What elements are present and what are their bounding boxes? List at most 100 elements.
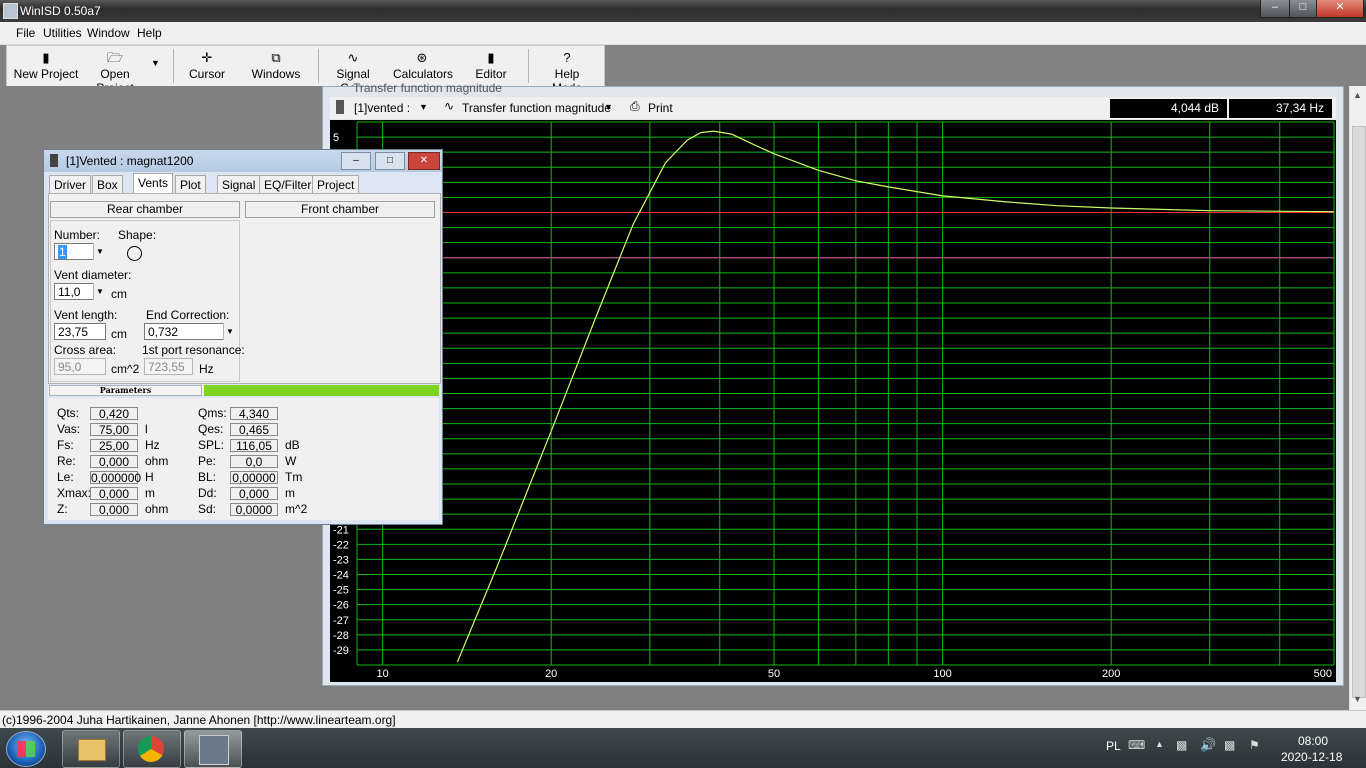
vent-diameter-dropdown-icon[interactable]: ▼	[93, 283, 106, 300]
maximize-button[interactable]: □	[1289, 0, 1317, 18]
param-label: Le:	[57, 470, 74, 484]
tab-plot[interactable]: Plot	[175, 175, 206, 194]
param-value: 0,000	[230, 487, 278, 501]
cursor-button[interactable]: ✛ Cursor	[182, 46, 232, 86]
project-select[interactable]: [1]vented :	[354, 101, 410, 115]
tab-signal[interactable]: Signal	[217, 175, 261, 194]
dialog-close-button[interactable]: ✕	[408, 152, 440, 170]
param-value: 0,000	[90, 487, 138, 501]
param-label: BL:	[198, 470, 217, 484]
param-unit: m	[145, 486, 155, 500]
signal-gen-button[interactable]: ∿ Signal Gen.	[323, 46, 383, 95]
tray-expand-icon[interactable]: ▲	[1155, 739, 1164, 749]
param-label: Qts:	[57, 406, 80, 420]
y-tick-label: -28	[333, 630, 349, 642]
response-curve	[456, 130, 1335, 663]
param-label: Re:	[57, 454, 76, 468]
parameters-label[interactable]: Parameters	[49, 385, 202, 396]
volume-icon[interactable]: 🔊	[1200, 737, 1216, 753]
menu-window[interactable]: Window	[87, 26, 130, 40]
x-tick-label: 200	[1102, 668, 1120, 680]
scroll-down-icon[interactable]: ▼	[1353, 694, 1362, 704]
round-shape-icon[interactable]	[127, 246, 142, 261]
vertical-scrollbar[interactable]: ▲ ▼	[1349, 86, 1366, 710]
param-value: 0,0	[230, 455, 278, 469]
new-project-button[interactable]: ▮ New Project	[13, 46, 79, 86]
y-tick-label: -26	[333, 600, 349, 612]
plot-type-dropdown-icon[interactable]: ▼	[604, 102, 613, 112]
parameters-panel: Qts: 0,420 Vas: 75,00 l Fs: 25,00 Hz Re: 0,000 ohm…	[48, 398, 439, 520]
scroll-up-icon[interactable]: ▲	[1353, 90, 1362, 100]
number-value: 1	[58, 245, 67, 259]
param-unit: Hz	[145, 438, 160, 452]
copyright-text: (c)1996-2004 Juha Hartikainen, Janne Aho…	[2, 713, 396, 727]
title-bar: WinISD 0.50a7 – □ ✕	[0, 0, 1366, 22]
taskbar-explorer[interactable]	[62, 730, 120, 768]
close-button[interactable]: ✕	[1316, 0, 1364, 18]
taskbar-chrome[interactable]	[123, 730, 181, 768]
editor-button[interactable]: ▮ Editor	[471, 46, 511, 86]
number-dropdown-icon[interactable]: ▼	[93, 243, 106, 260]
tab-project[interactable]: Project	[312, 175, 360, 194]
language-indicator[interactable]: PL	[1106, 739, 1121, 753]
minimize-button[interactable]: –	[1260, 0, 1290, 18]
tab-driver[interactable]: Driver	[49, 175, 91, 194]
clock-time[interactable]: 08:00	[1298, 734, 1328, 748]
action-center-icon[interactable]: ⚑	[1249, 738, 1260, 752]
x-tick-label: 20	[545, 668, 557, 680]
keyboard-icon[interactable]: ⌨	[1128, 738, 1145, 752]
menu-help[interactable]: Help	[137, 26, 162, 40]
dialog-minimize-button[interactable]: –	[341, 152, 371, 170]
help-mode-button[interactable]: ? Help Mode	[539, 46, 595, 95]
start-button[interactable]	[6, 731, 46, 767]
rear-chamber-button[interactable]: Rear chamber	[50, 201, 240, 218]
vent-length-input[interactable]: 23,75	[54, 323, 106, 340]
toolbar-separator	[173, 49, 174, 83]
cross-area-label: Cross area:	[54, 343, 117, 357]
status-indicator-bar	[204, 385, 439, 396]
scroll-thumb[interactable]	[1352, 126, 1366, 698]
menu-utilities[interactable]: Utilities	[43, 26, 82, 40]
calculator-icon: ⊛	[416, 50, 428, 65]
network-icon[interactable]: ▩	[1176, 738, 1187, 752]
project-dropdown-icon[interactable]: ▼	[419, 102, 428, 112]
print-button[interactable]: Print	[648, 101, 673, 115]
menu-file[interactable]: File	[16, 26, 35, 40]
dialog-maximize-button[interactable]: □	[375, 152, 405, 170]
folder-icon	[78, 739, 106, 761]
project-icon	[336, 100, 344, 114]
plot-area[interactable]: 10 20 50 100 200 500 5 -21 -22 -23 -24 -25 -26 -27 -28…	[330, 120, 1336, 682]
tab-box[interactable]: Box	[92, 175, 123, 194]
y-tick-label: -24	[333, 570, 349, 582]
param-value: 0,00000	[230, 471, 278, 485]
front-chamber-button[interactable]: Front chamber	[245, 201, 435, 218]
param-value: 0,000	[90, 455, 138, 469]
end-correction-input[interactable]: 0,732	[144, 323, 235, 340]
open-project-button[interactable]: 🗁 Open Project	[82, 46, 148, 95]
port-resonance-unit: Hz	[199, 362, 214, 376]
param-unit: Tm	[285, 470, 303, 484]
tab-eq-filter[interactable]: EQ/Filter	[259, 175, 317, 194]
end-correction-label: End Correction:	[146, 308, 230, 322]
number-label: Number:	[54, 228, 101, 242]
calculators-button[interactable]: ⊛ Calculators	[393, 46, 453, 86]
open-dropdown-icon[interactable]: ▼	[151, 58, 160, 68]
tab-vents[interactable]: Vents	[133, 173, 174, 194]
taskbar-winisd[interactable]	[184, 730, 242, 768]
toolbar: ▮ New Project 🗁 Open Project ▼ ✛ Cursor …	[6, 45, 605, 95]
printer-icon: ⎙	[630, 99, 640, 113]
param-label: Xmax:	[57, 486, 92, 500]
vented-dialog: [1]Vented : magnat1200 – □ ✕ Driver Box …	[43, 149, 443, 525]
clock-date[interactable]: 2020-12-18	[1281, 750, 1342, 764]
x-tick-label: 50	[768, 668, 780, 680]
editor-label: Editor	[475, 67, 507, 81]
param-label: Sd:	[198, 502, 217, 516]
plot-type-select[interactable]: Transfer function magnitude	[462, 101, 611, 115]
end-correction-dropdown-icon[interactable]: ▼	[223, 323, 236, 340]
param-value: 0,420	[90, 407, 138, 421]
windows-icon: ⧉	[271, 50, 281, 65]
device-icon[interactable]: ▩	[1224, 738, 1235, 752]
chrome-icon	[138, 736, 164, 762]
app-icon	[3, 3, 18, 19]
windows-button[interactable]: ⧉ Windows	[249, 46, 303, 86]
